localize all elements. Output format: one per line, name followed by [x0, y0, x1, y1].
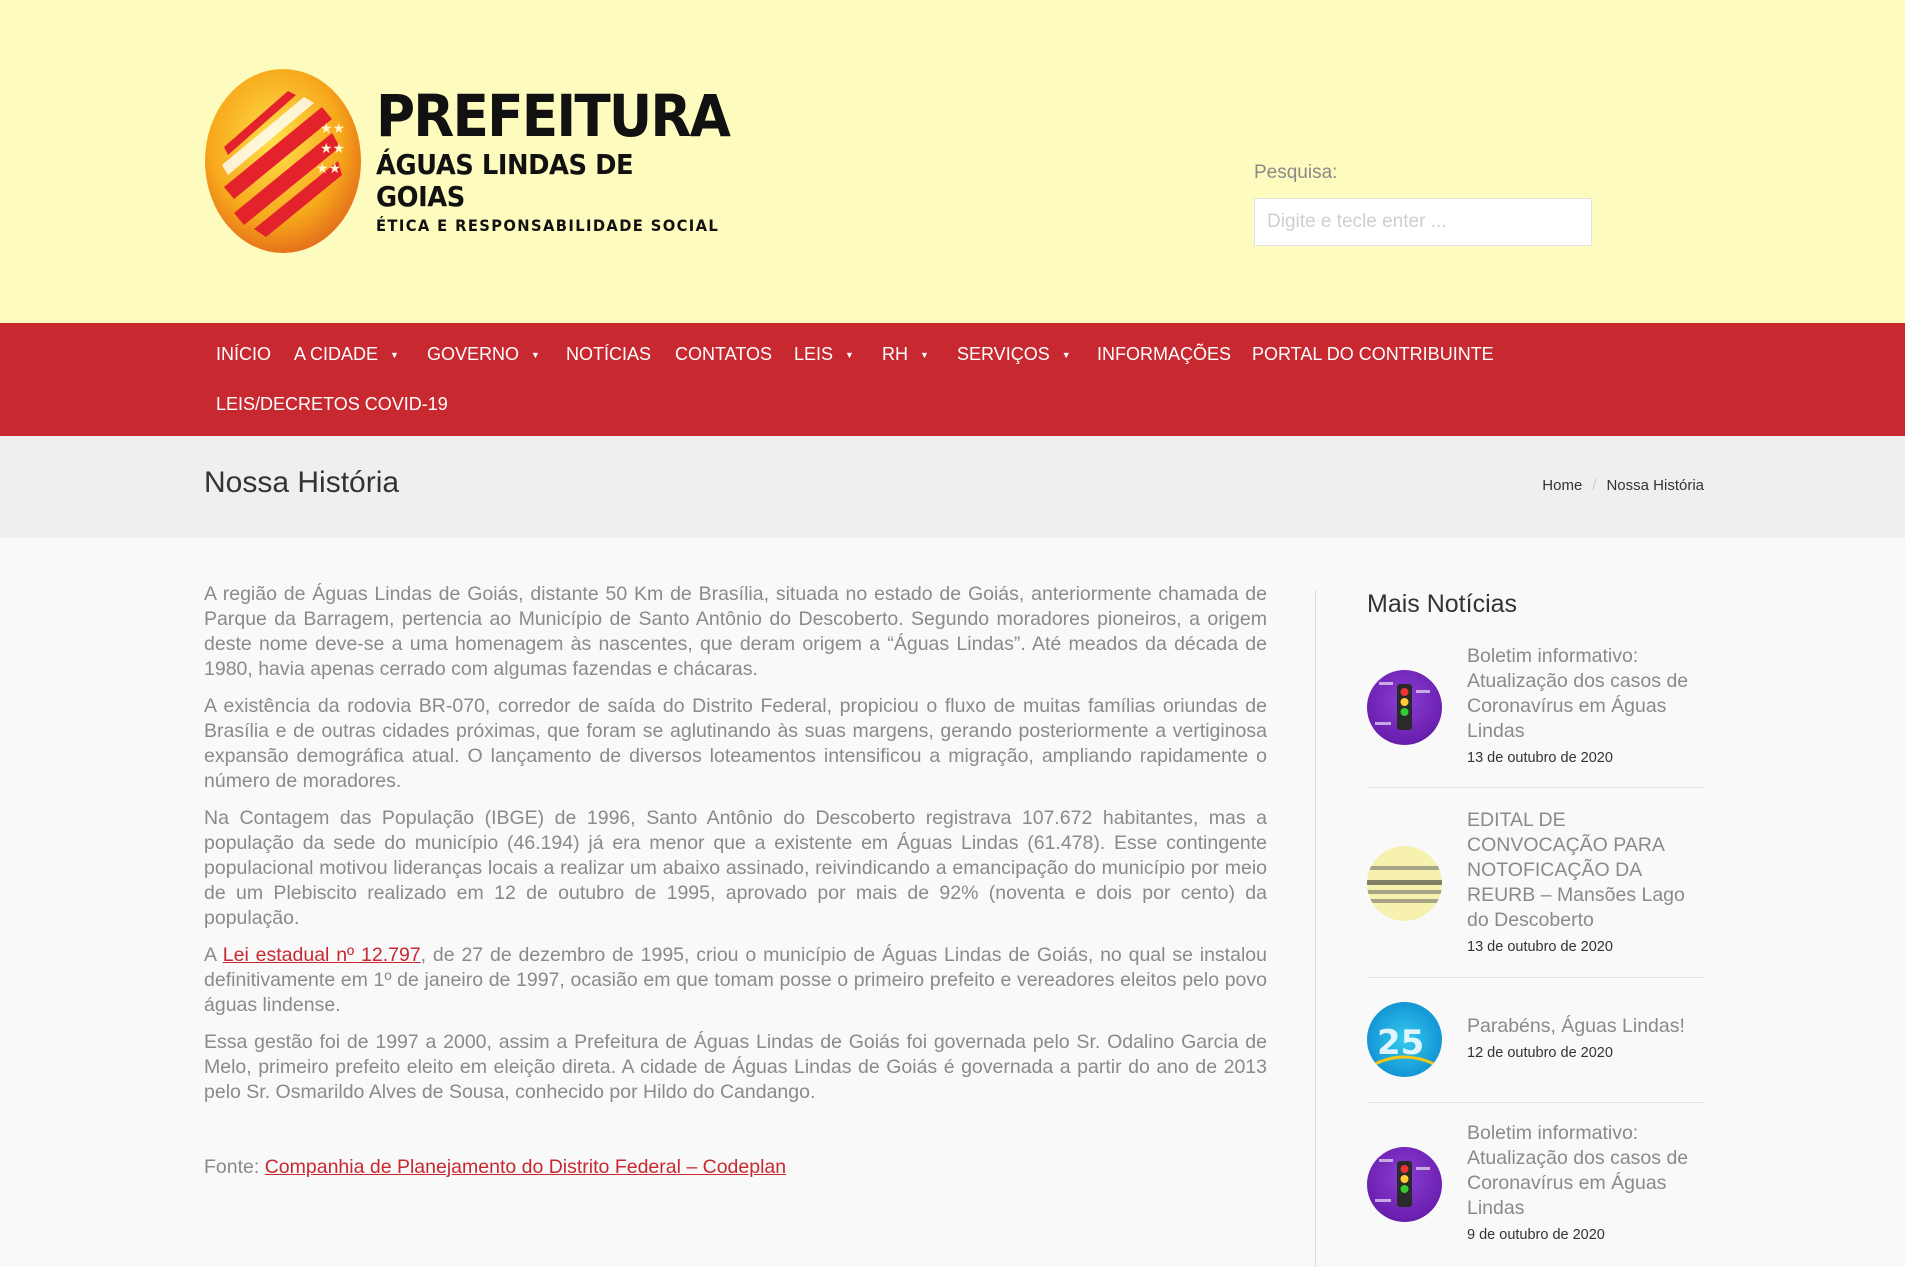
lei-estadual-link[interactable]: Lei estadual nº 12.797 — [223, 944, 421, 966]
nav-item-governo[interactable]: GOVERNO ▼ — [427, 344, 540, 365]
nav-item-leis-decretos-covid[interactable]: LEIS/DECRETOS COVID-19 — [216, 394, 448, 415]
news-item[interactable]: Boletim informativo: Atualização dos cas… — [1367, 1103, 1705, 1267]
nav-item-label: A CIDADE — [294, 344, 379, 364]
nav-item-label: LEIS/DECRETOS COVID-19 — [216, 394, 448, 414]
svg-text:★★: ★★ — [320, 121, 345, 137]
news-thumbnail[interactable]: 25 — [1367, 1002, 1442, 1077]
breadcrumb-separator: / — [1592, 477, 1597, 494]
article-content: A região de Águas Lindas de Goiás, dista… — [204, 582, 1267, 1192]
caret-down-icon: ▼ — [390, 349, 399, 360]
news-title-link[interactable]: Boletim informativo: Atualização dos cas… — [1467, 644, 1705, 744]
news-title-link[interactable]: EDITAL DE CONVOCAÇÃO PARA NOTOFICAÇÃO DA… — [1467, 808, 1705, 933]
news-thumbnail[interactable] — [1367, 846, 1442, 921]
page-title: Nossa História — [204, 466, 400, 499]
nav-item-inicio[interactable]: INÍCIO — [216, 344, 271, 365]
nav-item-rh[interactable]: RH ▼ — [882, 344, 929, 365]
svg-text:★★: ★★ — [316, 161, 341, 177]
nav-item-label: LEIS — [794, 344, 834, 364]
news-item[interactable]: 25 Parabéns, Águas Lindas! 12 de outubro… — [1367, 978, 1705, 1103]
news-date: 12 de outubro de 2020 — [1467, 1045, 1613, 1061]
article-paragraph: Na Contagem das População (IBGE) de 1996… — [204, 807, 1267, 929]
article-paragraph: A Lei estadual nº 12.797, de 27 de dezem… — [204, 943, 1267, 1018]
logo-subtitle: ÁGUAS LINDAS DE GOIAS — [376, 147, 634, 213]
breadcrumb-current: Nossa História — [1606, 477, 1704, 494]
nav-item-label: CONTATOS — [675, 344, 773, 364]
nav-item-noticias[interactable]: NOTÍCIAS — [566, 344, 651, 365]
news-date: 13 de outubro de 2020 — [1467, 939, 1613, 955]
svg-text:★★: ★★ — [320, 141, 345, 157]
sidebar-title: Mais Notícias — [1367, 590, 1518, 618]
news-title-link[interactable]: Parabéns, Águas Lindas! — [1467, 1014, 1705, 1039]
logo-tagline: ÉTICA E RESPONSABILIDADE SOCIAL — [376, 216, 720, 236]
breadcrumb-home-link[interactable]: Home — [1542, 477, 1582, 494]
caret-down-icon: ▼ — [531, 349, 540, 360]
main-nav: INÍCIO A CIDADE ▼ GOVERNO ▼ NOTÍCIAS CON… — [0, 323, 1905, 436]
article-paragraph: Essa gestão foi de 1997 a 2000, assim a … — [204, 1031, 1267, 1103]
nav-item-contatos[interactable]: CONTATOS — [675, 344, 772, 365]
breadcrumb: Home / Nossa História — [1542, 477, 1704, 494]
site-logo[interactable]: ★★ ★★ ★★ PREFEITURA ÁGUAS LINDAS DE GOIA… — [204, 66, 731, 256]
source-prefix: Fonte: — [204, 1156, 265, 1178]
nav-item-label: GOVERNO — [427, 344, 520, 364]
nav-item-informacoes[interactable]: INFORMAÇÕES — [1097, 344, 1231, 365]
nav-item-a-cidade[interactable]: A CIDADE ▼ — [294, 344, 399, 365]
news-title-link[interactable]: Boletim informativo: Atualização dos cas… — [1467, 1121, 1705, 1221]
search-label: Pesquisa: — [1254, 162, 1338, 183]
codeplan-link[interactable]: Companhia de Planejamento do Distrito Fe… — [265, 1156, 786, 1178]
nav-item-label: SERVIÇOS — [957, 344, 1050, 364]
article-paragraph: A região de Águas Lindas de Goiás, dista… — [204, 583, 1267, 680]
news-date: 13 de outubro de 2020 — [1467, 750, 1613, 766]
article-source: Fonte: Companhia de Planejamento do Dist… — [204, 1155, 1267, 1180]
search-input[interactable] — [1254, 198, 1592, 246]
caret-down-icon: ▼ — [845, 349, 854, 360]
news-item[interactable]: EDITAL DE CONVOCAÇÃO PARA NOTOFICAÇÃO DA… — [1367, 788, 1705, 978]
site-header: ★★ ★★ ★★ PREFEITURA ÁGUAS LINDAS DE GOIA… — [0, 0, 1905, 323]
text-fragment: A — [204, 944, 223, 966]
news-item[interactable]: Boletim informativo: Atualização dos cas… — [1367, 644, 1705, 788]
article-paragraph: A existência da rodovia BR-070, corredor… — [204, 695, 1267, 792]
nav-item-label: RH — [882, 344, 908, 364]
sidebar-divider — [1315, 590, 1316, 1267]
news-thumbnail[interactable] — [1367, 670, 1442, 745]
nav-item-label: NOTÍCIAS — [566, 344, 652, 364]
logo-emblem-icon: ★★ ★★ ★★ — [204, 67, 362, 255]
nav-item-leis[interactable]: LEIS ▼ — [794, 344, 854, 365]
nav-item-label: INÍCIO — [216, 344, 272, 364]
caret-down-icon: ▼ — [1061, 349, 1071, 360]
nav-item-label: INFORMAÇÕES — [1097, 344, 1232, 364]
nav-item-label: PORTAL DO CONTRIBUINTE — [1252, 344, 1494, 364]
nav-item-portal-do-contribuinte[interactable]: PORTAL DO CONTRIBUINTE — [1252, 344, 1494, 365]
nav-item-servicos[interactable]: SERVIÇOS ▼ — [957, 344, 1071, 365]
news-date: 9 de outubro de 2020 — [1467, 1227, 1605, 1243]
caret-down-icon: ▼ — [920, 349, 929, 360]
logo-title: PREFEITURA — [376, 81, 731, 150]
news-thumbnail[interactable] — [1367, 1147, 1442, 1222]
